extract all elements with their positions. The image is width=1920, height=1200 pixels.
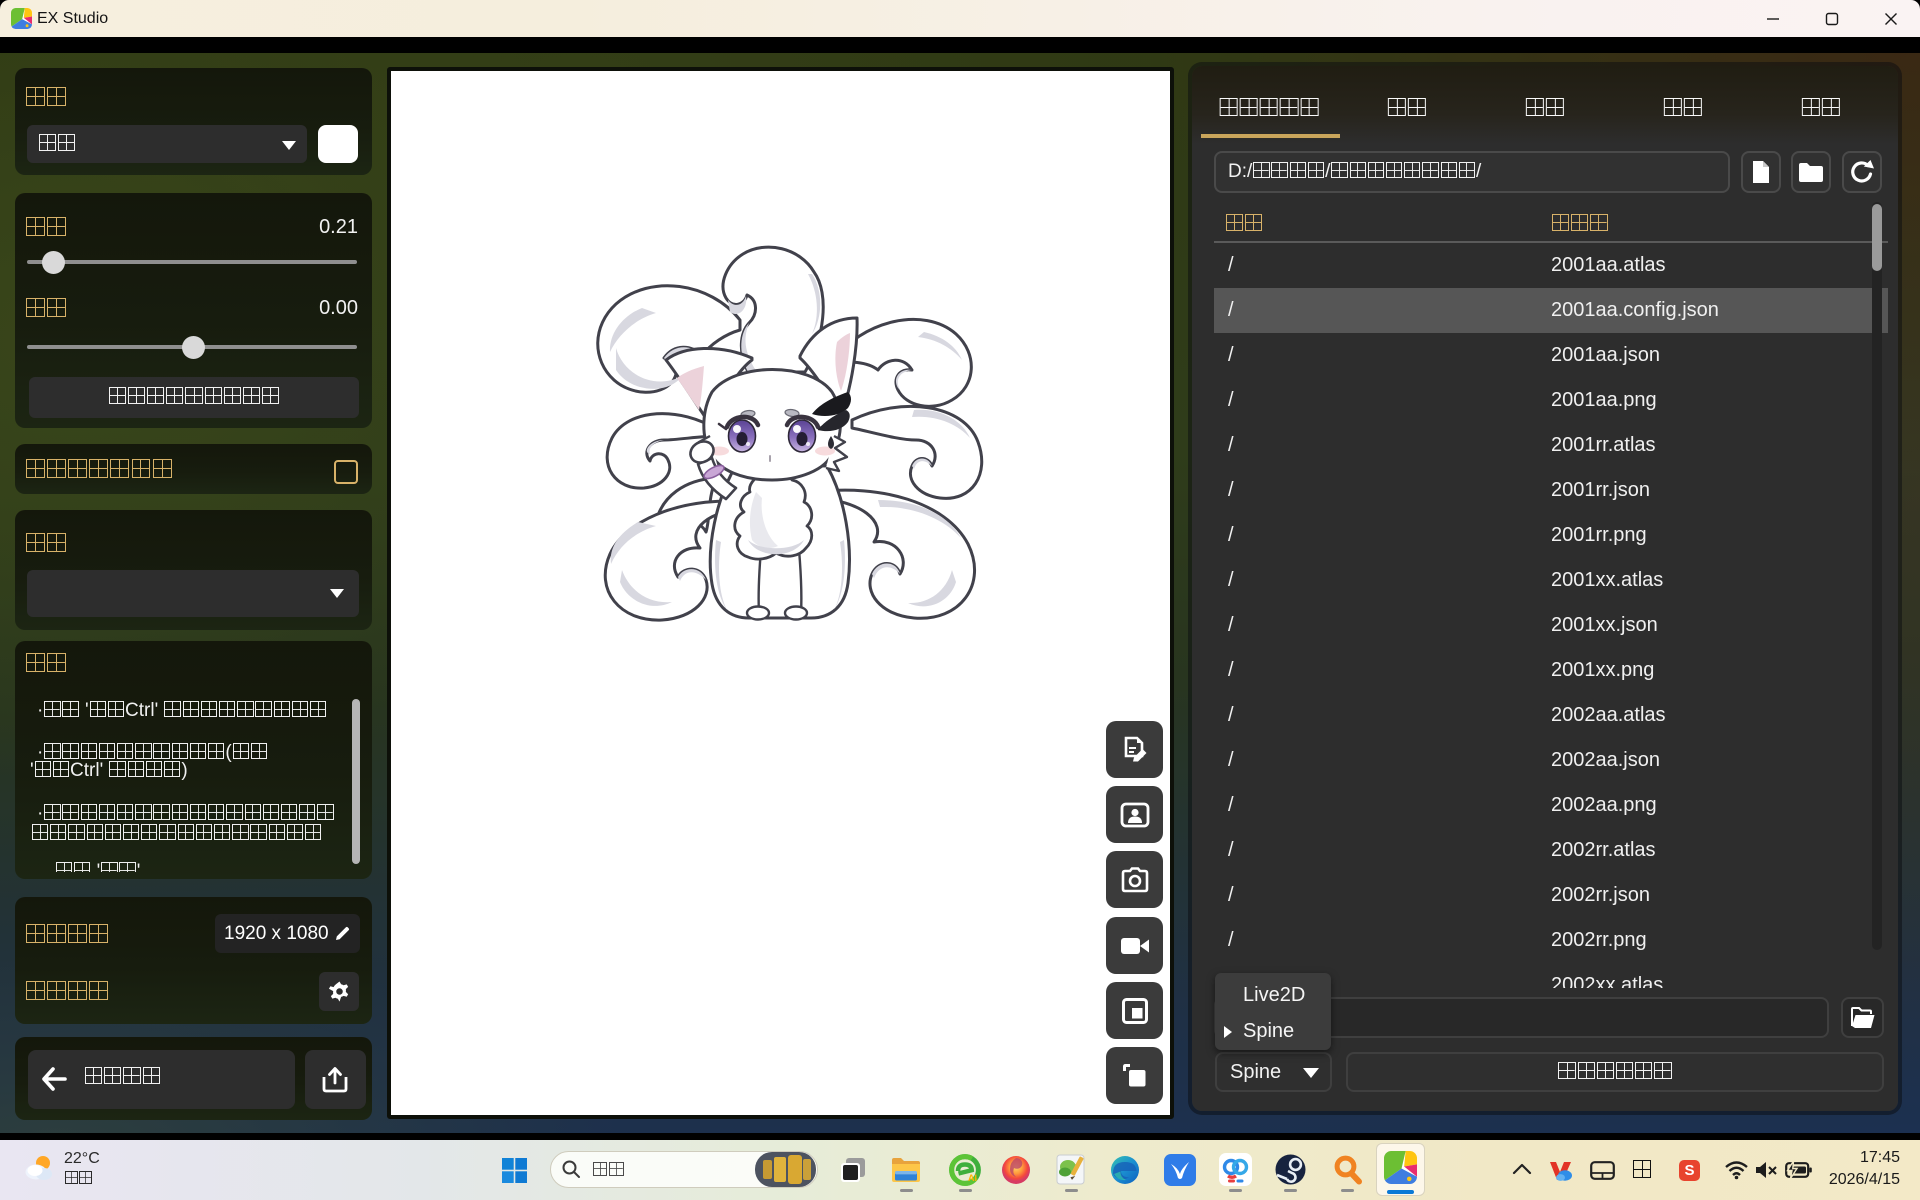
svg-text:AI: AI bbox=[968, 1173, 977, 1183]
